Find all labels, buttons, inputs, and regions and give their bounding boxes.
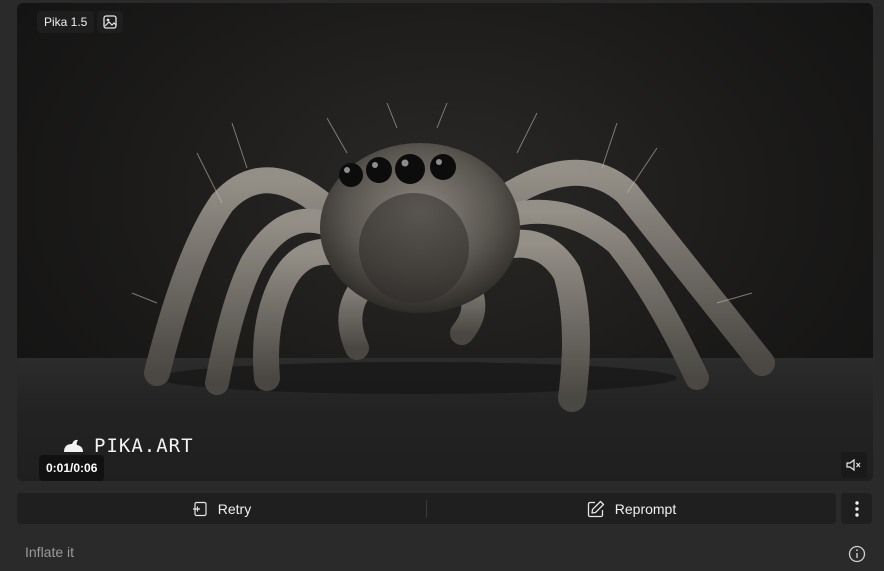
reprompt-label: Reprompt bbox=[614, 500, 677, 517]
more-vertical-icon bbox=[854, 500, 859, 517]
spider-video-frame bbox=[131, 102, 775, 412]
retry-label: Retry bbox=[217, 500, 252, 517]
pika-rabbit-logo bbox=[64, 439, 83, 452]
mute-button[interactable] bbox=[841, 452, 867, 478]
pika-watermark: PIKA.ART bbox=[62, 435, 194, 457]
playback-time: 0:01/0:06 bbox=[39, 455, 105, 481]
video-actions-bar: Retry Reprompt bbox=[17, 493, 836, 524]
image-icon bbox=[103, 15, 117, 29]
reprompt-button[interactable]: Reprompt bbox=[427, 493, 836, 524]
retry-icon bbox=[192, 501, 207, 516]
watermark-text: PIKA.ART bbox=[94, 435, 194, 457]
model-badge: Pika 1.5 bbox=[37, 11, 95, 33]
more-options-button[interactable] bbox=[841, 493, 872, 524]
info-button[interactable] bbox=[846, 543, 868, 565]
image-button[interactable] bbox=[97, 11, 123, 33]
prompt-text: Inflate it bbox=[25, 544, 75, 560]
retry-button[interactable]: Retry bbox=[17, 493, 426, 524]
video-player[interactable]: Pika 1.5 PIKA.ART 0:01/0:06 bbox=[17, 3, 873, 481]
speaker-muted-icon bbox=[846, 458, 861, 472]
edit-icon bbox=[587, 500, 604, 517]
info-icon bbox=[848, 545, 866, 563]
